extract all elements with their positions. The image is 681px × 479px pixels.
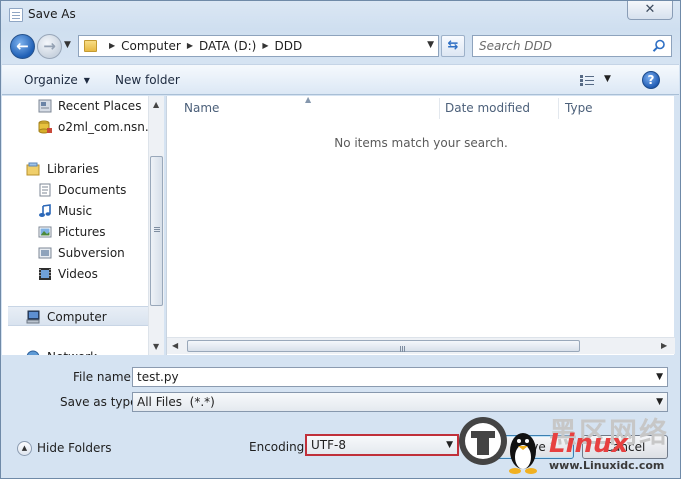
search-input[interactable] <box>473 36 649 56</box>
folder-icon <box>84 40 97 52</box>
hide-folders-button[interactable]: ▲ Hide Folders <box>17 441 112 456</box>
nav-item-libraries[interactable]: Libraries <box>2 159 148 179</box>
title-bar: Save As ✕ <box>1 1 680 29</box>
chevron-up-icon: ▲ <box>17 441 32 456</box>
command-bar: Organize ▼ New folder ▼ ? <box>2 64 679 95</box>
nav-item-music[interactable]: Music <box>2 201 148 221</box>
chevron-right-icon[interactable]: ▶ <box>262 41 268 55</box>
grip-icon <box>154 227 160 228</box>
help-icon: ? <box>647 73 655 87</box>
breadcrumb-data-drive[interactable]: DATA (D:) <box>199 39 256 53</box>
nav-item-recent-places[interactable]: Recent Places <box>2 96 148 116</box>
recent-places-icon <box>38 99 52 113</box>
recent-locations-dropdown[interactable]: ▼ <box>64 40 71 50</box>
window-icon <box>9 8 23 22</box>
grip-icon <box>400 346 401 352</box>
organize-button[interactable]: Organize ▼ <box>24 73 90 87</box>
help-button[interactable]: ? <box>642 71 660 89</box>
sort-ascending-icon: ▲ <box>305 95 312 104</box>
chevron-down-icon: ▼ <box>83 76 90 85</box>
back-button[interactable]: ← <box>10 34 35 59</box>
music-icon <box>39 204 51 217</box>
network-icon <box>26 350 40 355</box>
file-name-label: File name: <box>73 370 135 384</box>
scroll-down-icon[interactable]: ▼ <box>153 342 159 351</box>
libraries-icon <box>26 162 40 176</box>
horizontal-scrollbar[interactable]: ◀ ▶ <box>167 337 675 354</box>
breadcrumb: ▶ Computer ▶ DATA (D:) ▶ DDD <box>103 39 302 53</box>
close-button[interactable]: ✕ <box>627 1 673 20</box>
column-header-date-modified[interactable]: Date modified <box>445 96 530 121</box>
nav-item-pictures[interactable]: Pictures <box>2 222 148 242</box>
scroll-up-icon[interactable]: ▲ <box>153 100 159 109</box>
empty-message: No items match your search. <box>334 136 508 150</box>
pictures-icon <box>38 226 52 238</box>
nav-item-documents[interactable]: Documents <box>2 180 148 200</box>
nav-item-computer[interactable]: Computer <box>8 306 148 326</box>
database-icon <box>38 120 52 134</box>
breadcrumb-ddd[interactable]: DDD <box>275 39 303 53</box>
computer-icon <box>26 310 40 324</box>
chevron-down-icon[interactable]: ▼ <box>427 40 434 50</box>
view-dropdown[interactable]: ▼ <box>604 74 611 84</box>
nav-item-o2ml[interactable]: o2ml_com.nsn.u <box>2 117 148 137</box>
cancel-button[interactable]: Cancel <box>582 435 668 459</box>
scrollbar-thumb[interactable] <box>150 156 163 306</box>
chevron-down-icon: ▼ <box>446 440 453 450</box>
save-button[interactable]: Save <box>488 435 574 459</box>
column-header-type[interactable]: Type <box>565 96 593 121</box>
scroll-left-icon[interactable]: ◀ <box>172 341 178 350</box>
file-list[interactable]: ▲ Name Date modified Type No items match… <box>166 95 675 355</box>
chevron-down-icon: ▼ <box>656 397 663 407</box>
view-options-icon[interactable] <box>580 75 594 86</box>
scrollbar-thumb[interactable] <box>187 340 580 352</box>
scroll-right-icon[interactable]: ▶ <box>661 341 667 350</box>
navigation-scrollbar[interactable]: ▲ ▼ <box>148 96 164 355</box>
address-bar[interactable]: ▶ Computer ▶ DATA (D:) ▶ DDD ▼ <box>78 35 439 57</box>
column-divider[interactable] <box>439 98 440 119</box>
encoding-select[interactable]: UTF-8 ▼ <box>305 434 459 456</box>
column-header-name[interactable]: Name <box>184 96 219 121</box>
nav-item-videos[interactable]: Videos <box>2 264 148 284</box>
nav-item-network[interactable]: Network <box>2 347 148 355</box>
save-as-dialog: Save As ✕ ← → ▼ ▶ Computer ▶ DATA (D:) ▶… <box>0 0 681 479</box>
navigation-pane: Recent Places o2ml_com.nsn.u Libraries D… <box>2 96 148 355</box>
documents-icon <box>39 183 51 197</box>
file-name-field[interactable]: test.py ▼ <box>132 367 668 387</box>
breadcrumb-computer[interactable]: Computer <box>121 39 181 53</box>
nav-item-subversion[interactable]: Subversion <box>2 243 148 263</box>
chevron-down-icon[interactable]: ▼ <box>656 372 663 382</box>
refresh-button[interactable]: ⇆ <box>441 35 465 57</box>
save-as-type-label: Save as type: <box>60 395 142 409</box>
arrow-right-icon: → <box>43 37 56 55</box>
forward-button[interactable]: → <box>37 34 62 59</box>
search-box <box>472 35 672 57</box>
window-title: Save As <box>28 7 76 21</box>
chevron-right-icon[interactable]: ▶ <box>109 41 115 55</box>
close-icon: ✕ <box>644 2 656 17</box>
videos-icon <box>39 268 51 280</box>
watermark-url-text: www.Linuxidc.com <box>549 459 665 472</box>
column-divider[interactable] <box>558 98 559 119</box>
chevron-right-icon[interactable]: ▶ <box>187 41 193 55</box>
arrow-left-icon: ← <box>16 37 29 55</box>
encoding-label: Encoding: <box>249 440 309 454</box>
save-as-type-select[interactable]: All Files (*.*) ▼ <box>132 392 668 412</box>
new-folder-button[interactable]: New folder <box>115 73 180 87</box>
subversion-icon <box>38 247 52 259</box>
search-icon[interactable] <box>652 39 666 53</box>
refresh-icon: ⇆ <box>447 38 459 53</box>
